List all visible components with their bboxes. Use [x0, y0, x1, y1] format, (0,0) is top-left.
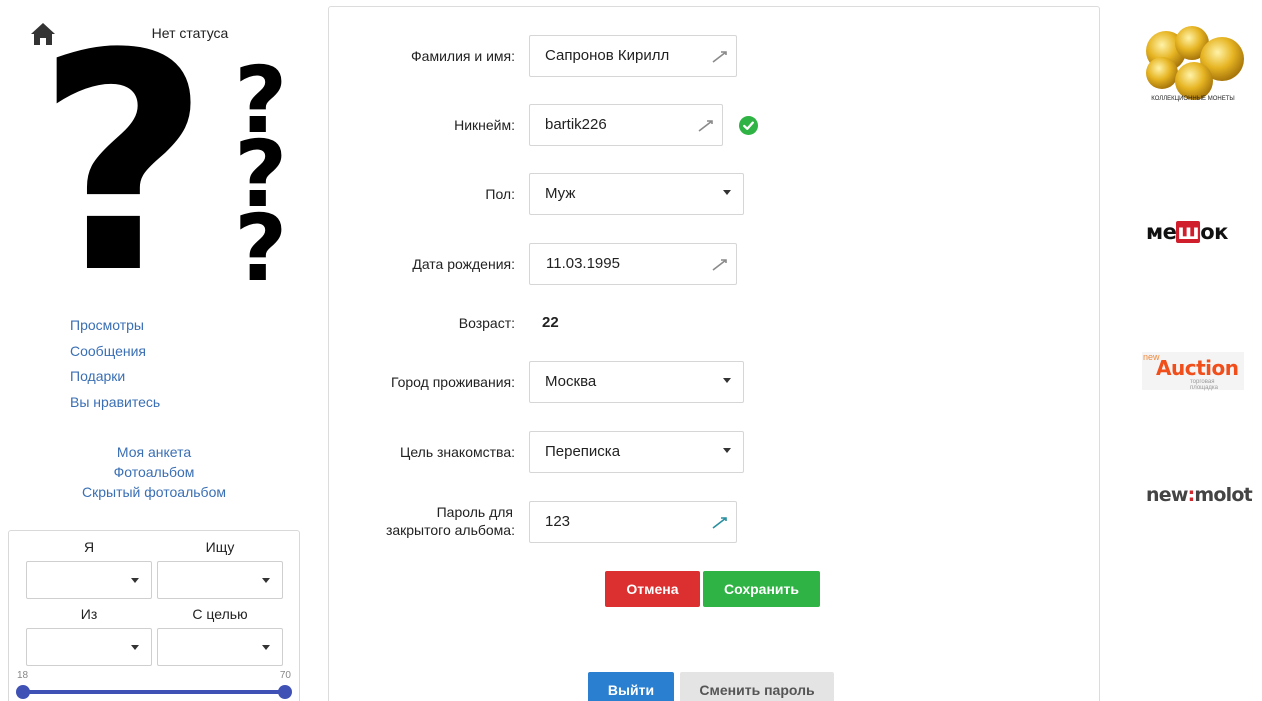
- chevron-down-icon: [723, 378, 731, 383]
- password-label-line1: Пароль для: [436, 504, 513, 520]
- chevron-down-icon: [262, 645, 270, 650]
- birthdate-field[interactable]: 11.03.1995: [529, 243, 737, 285]
- city-select[interactable]: Москва: [529, 361, 744, 403]
- city-label: Город проживания:: [390, 374, 515, 390]
- cancel-button[interactable]: Отмена: [605, 571, 700, 607]
- link-messages[interactable]: Сообщения: [70, 342, 160, 368]
- avatar[interactable]: ? ? ? ?: [36, 15, 296, 315]
- meshok-logo-pre: ме: [1146, 220, 1177, 244]
- change-password-button[interactable]: Сменить пароль: [680, 672, 834, 701]
- ad-newmolot[interactable]: new:molot: [1146, 484, 1253, 510]
- goal-select[interactable]: Переписка: [529, 431, 744, 473]
- coins-caption: КОЛЛЕКЦИОННЫЕ МОНЕТЫ: [1151, 96, 1234, 102]
- chevron-down-icon: [131, 578, 139, 583]
- auction-logo: Auction: [1156, 356, 1239, 380]
- coins-image: КОЛЛЕКЦИОННЫЕ МОНЕТЫ: [1146, 26, 1244, 102]
- edit-pencil-icon[interactable]: [712, 48, 728, 64]
- link-my-profile[interactable]: Моя анкета: [54, 443, 254, 463]
- album-password-value: 123: [545, 513, 571, 530]
- gender-value: Муж: [545, 185, 576, 202]
- edit-pencil-icon[interactable]: [712, 514, 728, 530]
- goal-label: Цель знакомства:: [399, 444, 515, 460]
- search-from-select[interactable]: [26, 628, 152, 666]
- name-label: Фамилия и имя:: [411, 48, 515, 64]
- age-range-track[interactable]: [23, 690, 285, 694]
- ad-meshok[interactable]: мешок: [1146, 220, 1241, 250]
- link-views[interactable]: Просмотры: [70, 316, 160, 342]
- birthdate-label: Дата рождения:: [412, 256, 515, 272]
- age-value: 22: [542, 314, 559, 331]
- age-range-min-handle[interactable]: [16, 685, 30, 699]
- name-field[interactable]: Сапронов Кирилл: [529, 35, 737, 77]
- password-label-line2: закрытого альбома:: [385, 522, 515, 538]
- profile-links: Просмотры Сообщения Подарки Вы нравитесь: [70, 316, 160, 418]
- album-password-field[interactable]: 123: [529, 501, 737, 543]
- password-label: Пароль для закрытого альбома:: [386, 503, 515, 539]
- chevron-down-icon: [723, 448, 731, 453]
- ad-new-auction[interactable]: new Auction торговая площадка: [1142, 352, 1244, 391]
- gender-label: Пол:: [485, 186, 515, 202]
- edit-pencil-icon[interactable]: [712, 256, 728, 272]
- nickname-label: Никнейм:: [454, 117, 515, 133]
- search-i-label: Я: [83, 539, 95, 555]
- newmolot-logo-pre: new: [1146, 484, 1188, 506]
- search-from-label: Из: [80, 606, 98, 622]
- age-range-min: 18: [17, 670, 29, 681]
- link-likes[interactable]: Вы нравитесь: [70, 393, 160, 419]
- birthdate-value: 11.03.1995: [546, 255, 620, 272]
- logout-button[interactable]: Выйти: [588, 672, 674, 701]
- link-gifts[interactable]: Подарки: [70, 367, 160, 393]
- search-purpose-select[interactable]: [157, 628, 283, 666]
- avatar-question-mark-large: ?: [36, 0, 211, 339]
- profile-nav: Моя анкета Фотоальбом Скрытый фотоальбом: [54, 443, 254, 503]
- newmolot-logo-post: molot: [1194, 484, 1252, 506]
- gender-select[interactable]: Муж: [529, 173, 744, 215]
- nickname-field[interactable]: bartik226: [529, 104, 723, 146]
- name-value: Сапронов Кирилл: [545, 47, 670, 64]
- link-hidden-album[interactable]: Скрытый фотоальбом: [54, 483, 254, 503]
- search-panel: Я Ищу Из С целью 18 70: [8, 530, 300, 701]
- age-range-max-handle[interactable]: [278, 685, 292, 699]
- search-seek-select[interactable]: [157, 561, 283, 599]
- chevron-down-icon: [262, 578, 270, 583]
- age-label: Возраст:: [458, 315, 515, 331]
- check-circle-icon: [739, 116, 758, 135]
- search-seek-label: Ищу: [205, 539, 235, 555]
- age-range-max: 70: [279, 670, 291, 681]
- avatar-question-mark-small: ?: [234, 195, 288, 302]
- ad-collectible-coins[interactable]: КОЛЛЕКЦИОННЫЕ МОНЕТЫ: [1140, 25, 1246, 111]
- meshok-logo-mid: ш: [1176, 220, 1201, 244]
- auction-logo-sub: торговая площадка: [1190, 379, 1219, 391]
- search-purpose-label: С целью: [192, 606, 248, 622]
- city-value: Москва: [545, 373, 597, 390]
- goal-value: Переписка: [545, 443, 621, 460]
- link-photo-album[interactable]: Фотоальбом: [54, 463, 254, 483]
- edit-pencil-icon[interactable]: [698, 117, 714, 133]
- nickname-value: bartik226: [545, 116, 607, 133]
- meshok-logo-post: ок: [1200, 220, 1228, 244]
- chevron-down-icon: [131, 645, 139, 650]
- save-button[interactable]: Сохранить: [703, 571, 820, 607]
- chevron-down-icon: [723, 190, 731, 195]
- search-i-select[interactable]: [26, 561, 152, 599]
